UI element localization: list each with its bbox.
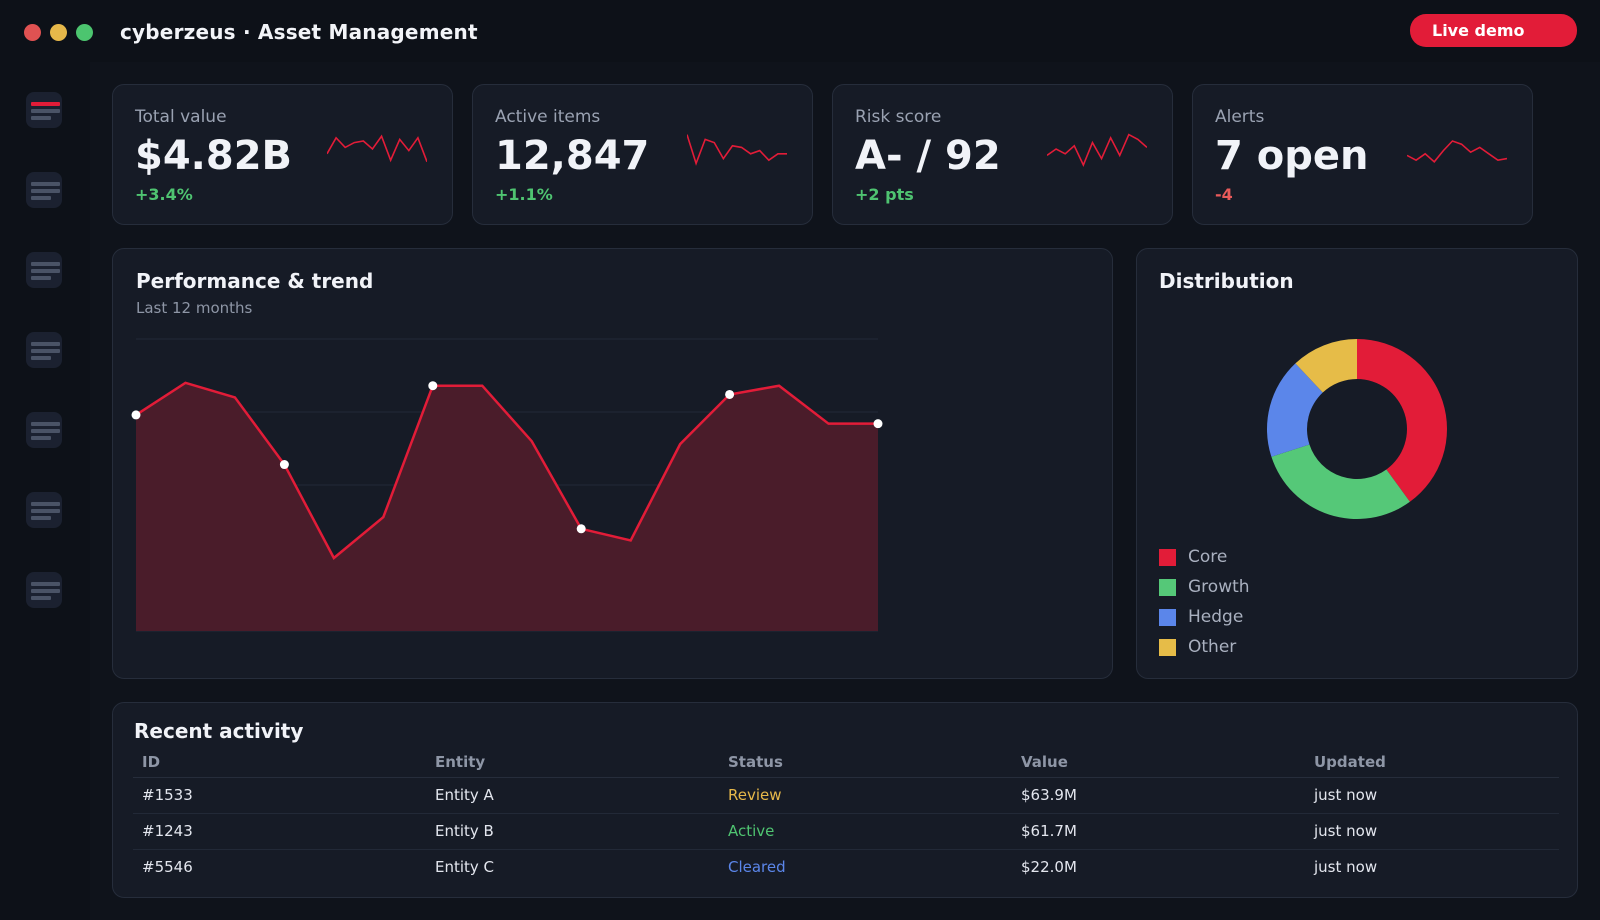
data-point[interactable] — [725, 389, 735, 399]
column-header-status[interactable]: Status — [719, 747, 1012, 778]
live-demo-button[interactable]: Live demo — [1410, 14, 1577, 47]
app-title: cyberzeus · Asset Management — [120, 20, 478, 44]
kpi-label: Risk score — [855, 107, 942, 127]
cell-id: #5546 — [142, 858, 193, 877]
cell-status: Cleared — [728, 858, 786, 877]
sparkline — [1407, 140, 1507, 163]
cell-entity: Entity B — [426, 813, 719, 850]
table-header-row: ID Entity Status Value Updated — [133, 747, 1559, 778]
maximize-window-button[interactable] — [76, 24, 93, 41]
table-row[interactable]: #5546 Entity C Cleared $22.0M just now — [133, 849, 1559, 885]
kpi-value: 12,847 — [495, 133, 650, 179]
title-bar: cyberzeus · Asset Management Live demo — [0, 0, 1600, 62]
column-header-value[interactable]: Value — [1012, 747, 1305, 778]
sparkline — [1047, 133, 1147, 167]
sidebar-item-1[interactable] — [26, 92, 62, 128]
kpi-value: 7 open — [1215, 133, 1369, 179]
recent-activity-card: Recent activity ID Entity Status Value U… — [112, 702, 1578, 898]
kpi-card-alerts: Alerts 7 open -4 — [1192, 84, 1533, 225]
sidebar-item-3[interactable] — [26, 252, 62, 288]
sidebar-item-4[interactable] — [26, 332, 62, 368]
sidebar-item-2[interactable] — [26, 172, 62, 208]
legend-swatch — [1159, 548, 1176, 566]
legend-item-hedge: Hedge — [1159, 607, 1243, 627]
legend-swatch — [1159, 608, 1176, 626]
kpi-label: Active items — [495, 107, 601, 127]
legend-swatch — [1159, 638, 1176, 656]
data-point[interactable] — [428, 381, 438, 391]
kpi-card-active-items: Active items 12,847 +1.1% — [472, 84, 813, 225]
sparkline-path — [1047, 133, 1147, 167]
close-window-button[interactable] — [24, 24, 41, 41]
cell-value: $61.7M — [1012, 813, 1305, 850]
cell-entity: Entity A — [426, 777, 719, 814]
kpi-value: $4.82B — [135, 133, 293, 179]
kpi-delta: -4 — [1215, 185, 1233, 204]
legend-label: Core — [1188, 547, 1228, 567]
legend-item-growth: Growth — [1159, 577, 1250, 597]
legend-label: Hedge — [1188, 607, 1244, 627]
sparkline — [687, 134, 787, 166]
area-fill — [136, 382, 878, 631]
column-header-id[interactable]: ID — [133, 747, 426, 778]
cell-id: #1533 — [133, 777, 426, 814]
column-header-updated[interactable]: Updated — [1305, 747, 1559, 778]
sidebar — [0, 62, 90, 920]
kpi-label: Total value — [135, 107, 227, 127]
activity-table: ID Entity Status Value Updated #1533 Ent… — [133, 747, 1559, 885]
data-point[interactable] — [131, 410, 141, 420]
cell-updated: just now — [1305, 777, 1559, 814]
cell-value: $22.0M — [1021, 858, 1077, 877]
sidebar-item-6[interactable] — [26, 492, 62, 528]
data-point[interactable] — [873, 419, 883, 429]
sparkline-path — [327, 134, 427, 163]
sparkline — [327, 134, 427, 163]
sidebar-item-7[interactable] — [26, 572, 62, 608]
donut-slice-growth[interactable] — [1271, 444, 1410, 519]
activity-title: Recent activity — [134, 719, 304, 743]
table-row[interactable]: #1243 Entity B Active $61.7M just now — [133, 813, 1559, 850]
sparkline-path — [687, 134, 787, 166]
kpi-card-total-value: Total value $4.82B +3.4% — [112, 84, 453, 225]
kpi-delta: +2 pts — [855, 185, 914, 204]
kpi-delta: +1.1% — [495, 185, 553, 204]
data-point[interactable] — [576, 524, 586, 534]
legend-label: Other — [1188, 637, 1237, 657]
legend-label: Growth — [1188, 577, 1250, 597]
legend-swatch — [1159, 578, 1176, 596]
cell-updated: just now — [1314, 858, 1378, 877]
cell-updated: just now — [1305, 813, 1559, 850]
cell-id: #1243 — [133, 813, 426, 850]
distribution-donut-chart — [1267, 339, 1447, 519]
sidebar-item-5[interactable] — [26, 412, 62, 448]
data-point[interactable] — [279, 460, 289, 470]
kpi-card-risk-score: Risk score A- / 92 +2 pts — [832, 84, 1173, 225]
kpi-label: Alerts — [1215, 107, 1265, 127]
legend-item-core: Core — [1159, 547, 1227, 567]
table-row[interactable]: #1533 Entity A Review $63.9M just now — [133, 777, 1559, 814]
cell-status: Active — [719, 813, 1012, 850]
cell-status: Review — [719, 777, 1012, 814]
sparkline-path — [1407, 140, 1507, 163]
kpi-delta: +3.4% — [135, 185, 193, 204]
cell-entity: Entity C — [435, 858, 495, 877]
minimize-window-button[interactable] — [50, 24, 67, 41]
legend-item-other: Other — [1159, 637, 1236, 657]
distribution-card: Distribution Core Growth Hedge Other — [1136, 248, 1578, 679]
column-header-entity[interactable]: Entity — [426, 747, 719, 778]
kpi-value: A- / 92 — [855, 133, 1001, 179]
performance-card: Performance & trend Last 12 months — [112, 248, 1113, 679]
cell-value: $63.9M — [1012, 777, 1305, 814]
performance-chart — [131, 338, 883, 632]
